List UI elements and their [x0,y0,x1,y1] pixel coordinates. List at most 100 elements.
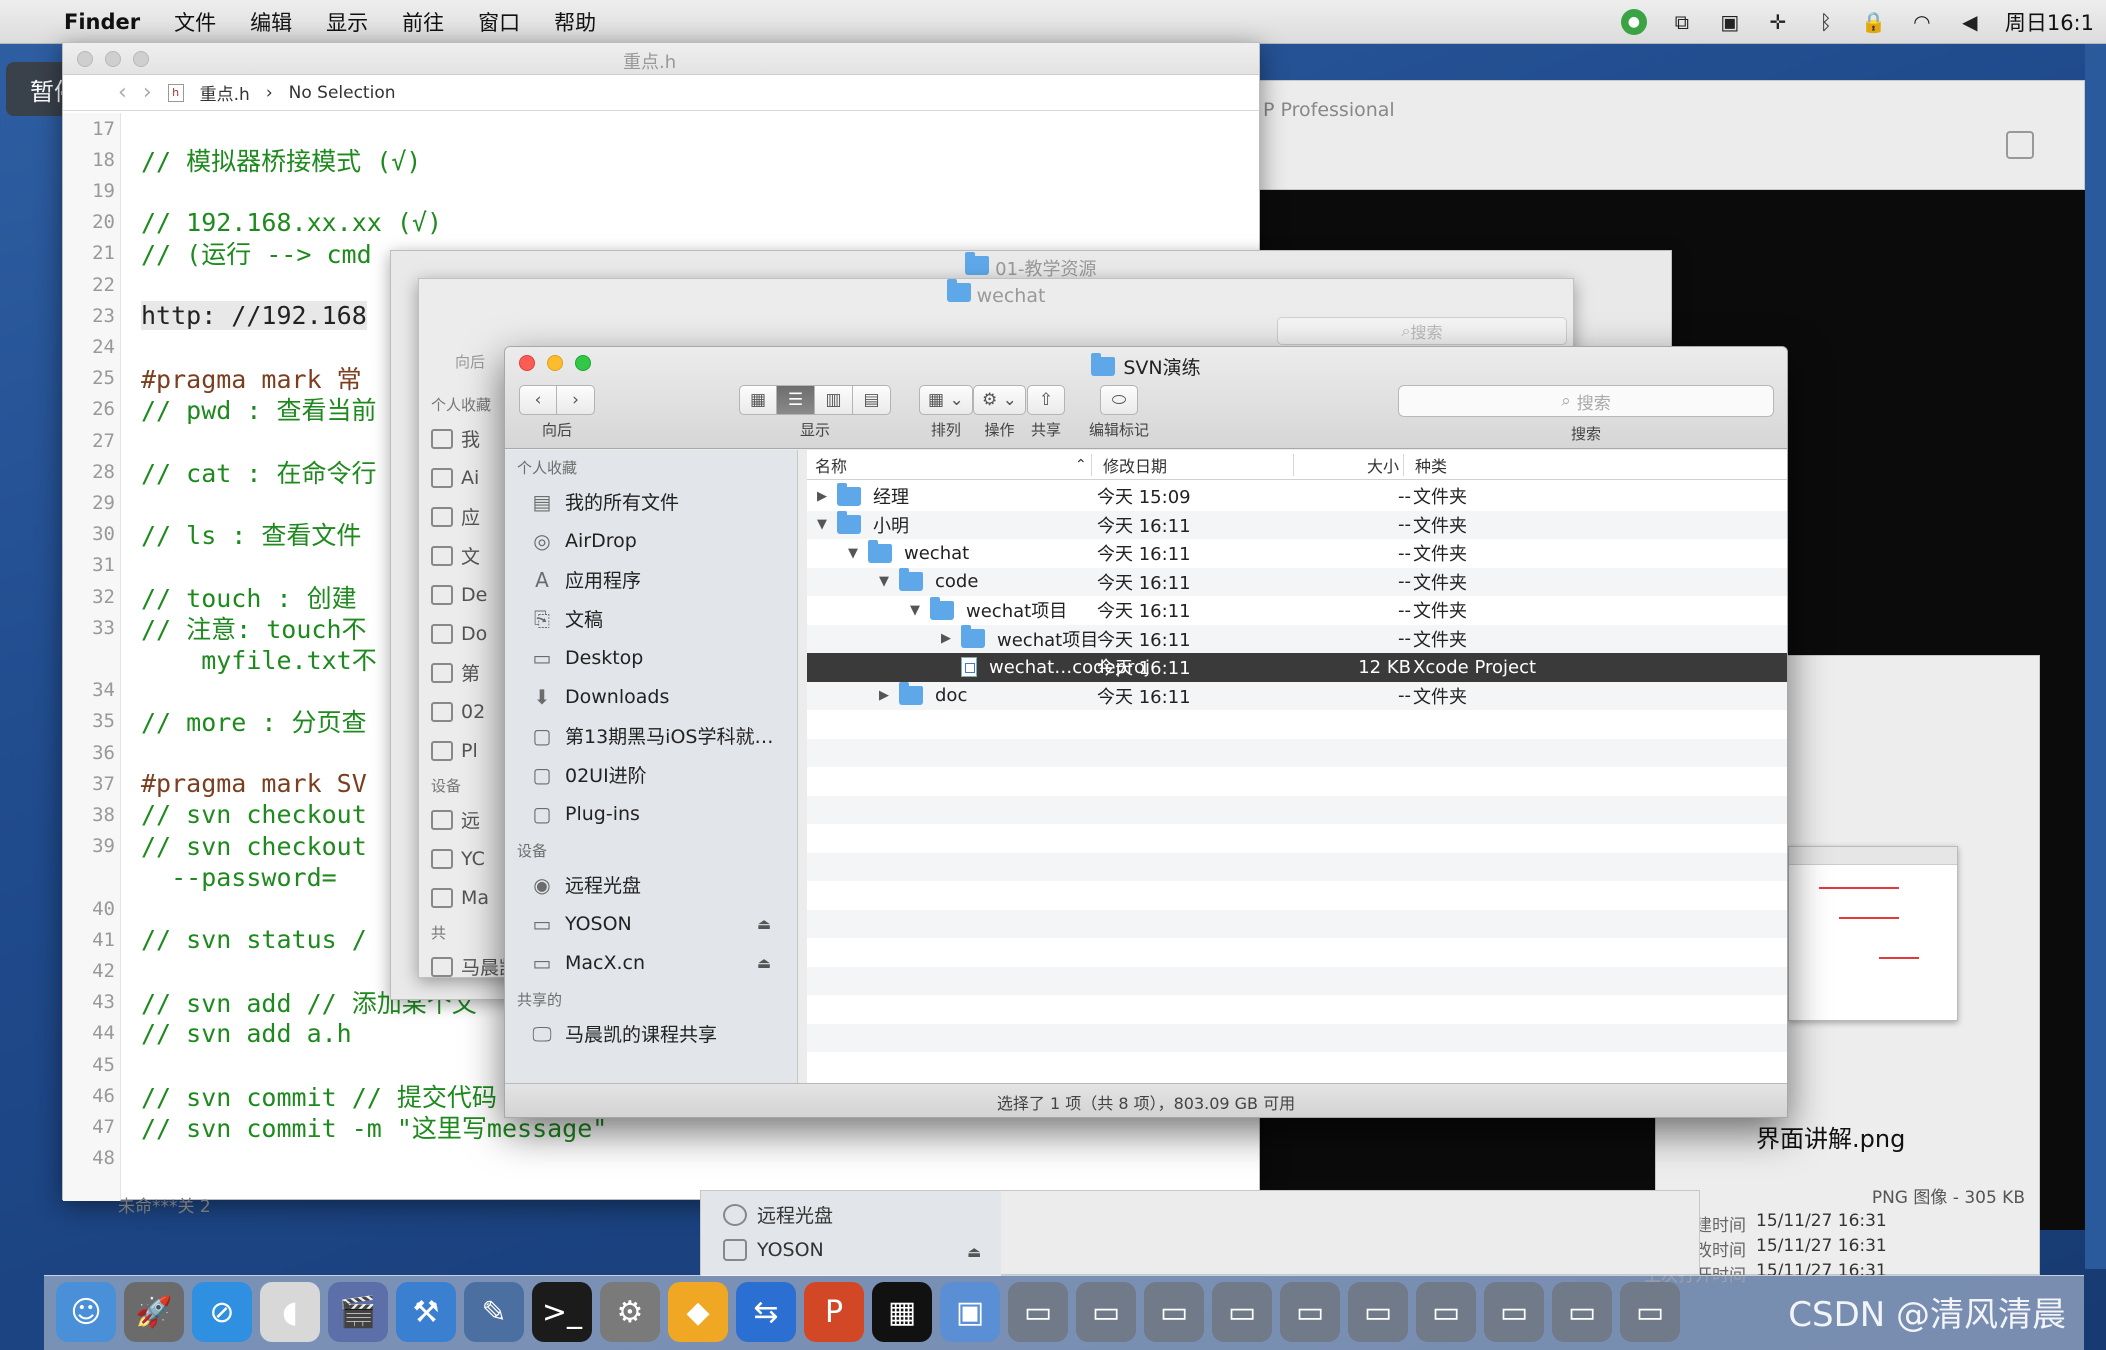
eject-icon[interactable]: ⏏ [967,1243,981,1261]
sidebar-item[interactable]: ▭ Desktop [505,638,797,677]
column-kind[interactable]: 种类 [1415,453,1447,477]
table-row[interactable]: ▼ code 今天 16:11 -- 文件夹 [807,567,1787,596]
sidebar-item-icon [431,467,453,488]
sidebar-item[interactable]: ◉ 远程光盘 [505,865,797,904]
list-view-button[interactable]: ☰ [777,385,815,415]
sidebar-item-yoson[interactable]: YOSON [723,1239,824,1261]
drive-icon: ▭ [532,950,552,975]
sidebar-item[interactable]: A 应用程序 [505,560,797,599]
edit-tags-button[interactable]: ⬭ [1100,385,1138,415]
lock-icon[interactable]: 🔒 [1861,9,1887,35]
sidebar-item-label: 第13期黑马iOS学科就… [565,726,774,748]
search-field-back[interactable]: ⌕ 搜索 [1277,317,1567,345]
bluetooth-icon[interactable]: ᛒ [1813,9,1839,35]
sidebar-item[interactable]: ▭ MacX.cn ⏏ [505,943,797,982]
window-dock-icon[interactable]: ▭ [1484,1282,1544,1342]
xcode-dock-icon[interactable]: ⚒ [396,1282,456,1342]
wifi-icon[interactable]: ◠ [1909,9,1935,35]
sidebar-item[interactable]: ▢ Plug-ins [505,794,797,833]
window-dock-icon[interactable]: ▭ [1620,1282,1680,1342]
column-size[interactable]: 大小 [1367,453,1399,477]
sidebar-item[interactable]: ⎘ 文稿 [505,599,797,638]
window-dock-icon[interactable]: ▭ [1144,1282,1204,1342]
window-dock-icon[interactable]: ▭ [1348,1282,1408,1342]
sidebar-item[interactable]: ⬇ Downloads [505,677,797,716]
imovie-dock-icon[interactable]: 🎬 [328,1282,388,1342]
volume-icon[interactable]: ◀ [1957,9,1983,35]
file-thumbnail[interactable] [1788,846,1958,1021]
coverflow-view-button[interactable]: ▤ [853,385,891,415]
table-row[interactable]: ▶ wechat项目 今天 16:11 -- 文件夹 [807,624,1787,653]
action-button[interactable]: ⚙ ⌄ [973,385,1026,415]
sidebar-item[interactable]: ▭ YOSON ⏏ [505,904,797,943]
camera-icon[interactable]: ▣ [1717,9,1743,35]
window-button-icon[interactable] [2006,131,2034,159]
search-input[interactable]: ⌕ 搜索 [1398,385,1774,417]
menu-go[interactable]: 前往 [402,7,444,37]
menu-window[interactable]: 窗口 [478,7,520,37]
instruments-dock-icon[interactable]: ✎ [464,1282,524,1342]
eject-icon[interactable]: ⏏ [757,954,771,972]
column-name[interactable]: 名称 [815,453,847,477]
breadcrumb-selection[interactable]: No Selection [289,83,396,103]
window-dock-icon[interactable]: ▭ [1280,1282,1340,1342]
line-number: 32 [92,585,115,608]
table-row[interactable]: ▶ doc 今天 16:11 -- 文件夹 [807,681,1787,710]
close-button[interactable] [77,51,93,67]
finder-dock-icon[interactable]: ☺ [56,1282,116,1342]
window-dock-icon[interactable]: ▭ [1008,1282,1068,1342]
forward-arrow-icon[interactable]: › [143,80,152,105]
line-number: 28 [92,460,115,483]
sketch-dock-icon[interactable]: ◆ [668,1282,728,1342]
table-row[interactable]: wechat…codeproj 今天 16:11 12 KB Xcode Projec… [807,653,1787,682]
sidebar-item[interactable]: ▢ 02UI进阶 [505,755,797,794]
forward-button[interactable]: › [557,385,595,415]
activity-dock-icon[interactable]: ▦ [872,1282,932,1342]
table-row[interactable]: ▶ 经理 今天 15:09 -- 文件夹 [807,482,1787,511]
back-arrow-icon[interactable]: ‹ [118,80,127,105]
launchpad-dock-icon[interactable]: 🚀 [124,1282,184,1342]
menu-finder[interactable]: Finder [64,10,140,34]
sidebar-item-remote-disc[interactable]: 远程光盘 [723,1201,833,1228]
column-date[interactable]: 修改日期 [1103,453,1167,477]
safari-dock-icon[interactable]: ⊘ [192,1282,252,1342]
table-row[interactable]: ▼ wechat项目 今天 16:11 -- 文件夹 [807,596,1787,625]
sidebar-item[interactable]: 🖵 马晨凯的课程共享 [505,1014,797,1053]
window-dock-icon[interactable]: ▭ [1076,1282,1136,1342]
preview-dock-icon[interactable]: ▣ [940,1282,1000,1342]
zoom-button[interactable] [133,51,149,67]
screens-icon[interactable]: ⧉ [1669,9,1695,35]
window-dock-icon[interactable]: ▭ [1212,1282,1272,1342]
table-row[interactable]: ▼ 小明 今天 16:11 -- 文件夹 [807,510,1787,539]
window-dock-icon[interactable]: ▭ [1552,1282,1612,1342]
menu-file[interactable]: 文件 [174,7,216,37]
clock[interactable]: 周日16:1 [2005,7,2094,37]
empty-row [807,881,1787,910]
column-view-button[interactable]: ▥ [815,385,853,415]
teamviewer-dock-icon[interactable]: ⇆ [736,1282,796,1342]
arrange-button[interactable]: ▦ ⌄ [919,385,973,415]
window-dock-icon[interactable]: ▭ [1416,1282,1476,1342]
menubar: Finder 文件 编辑 显示 前往 窗口 帮助 ● ⧉ ▣ ✛ ᛒ 🔒 ◠ ◀… [0,0,2106,44]
table-row[interactable]: ▼ wechat 今天 16:11 -- 文件夹 [807,539,1787,568]
breadcrumb-file[interactable]: 重点.h [200,80,250,105]
sidebar-item[interactable]: ◎ AirDrop [505,521,797,560]
menu-edit[interactable]: 编辑 [250,7,292,37]
move-icon[interactable]: ✛ [1765,9,1791,35]
eject-icon[interactable]: ⏏ [757,915,771,933]
icon-view-button[interactable]: ▦ [739,385,777,415]
powerpoint-dock-icon[interactable]: P [804,1282,864,1342]
menu-view[interactable]: 显示 [326,7,368,37]
line-number: 40 [92,897,115,920]
sidebar-item[interactable]: ▤ 我的所有文件 [505,482,797,521]
share-button[interactable]: ⇧ [1027,385,1065,415]
back-button[interactable]: ‹ [519,385,557,415]
sidebar-item-label: YOSON [565,912,632,935]
sidebar-item[interactable]: ▢ 第13期黑马iOS学科就… [505,716,797,755]
minimize-button[interactable] [105,51,121,67]
mouse-dock-icon[interactable]: ◖ [260,1282,320,1342]
menu-help[interactable]: 帮助 [554,7,596,37]
sync-icon[interactable]: ● [1620,9,1647,35]
system-prefs-dock-icon[interactable]: ⚙ [600,1282,660,1342]
terminal-dock-icon[interactable]: >_ [532,1282,592,1342]
